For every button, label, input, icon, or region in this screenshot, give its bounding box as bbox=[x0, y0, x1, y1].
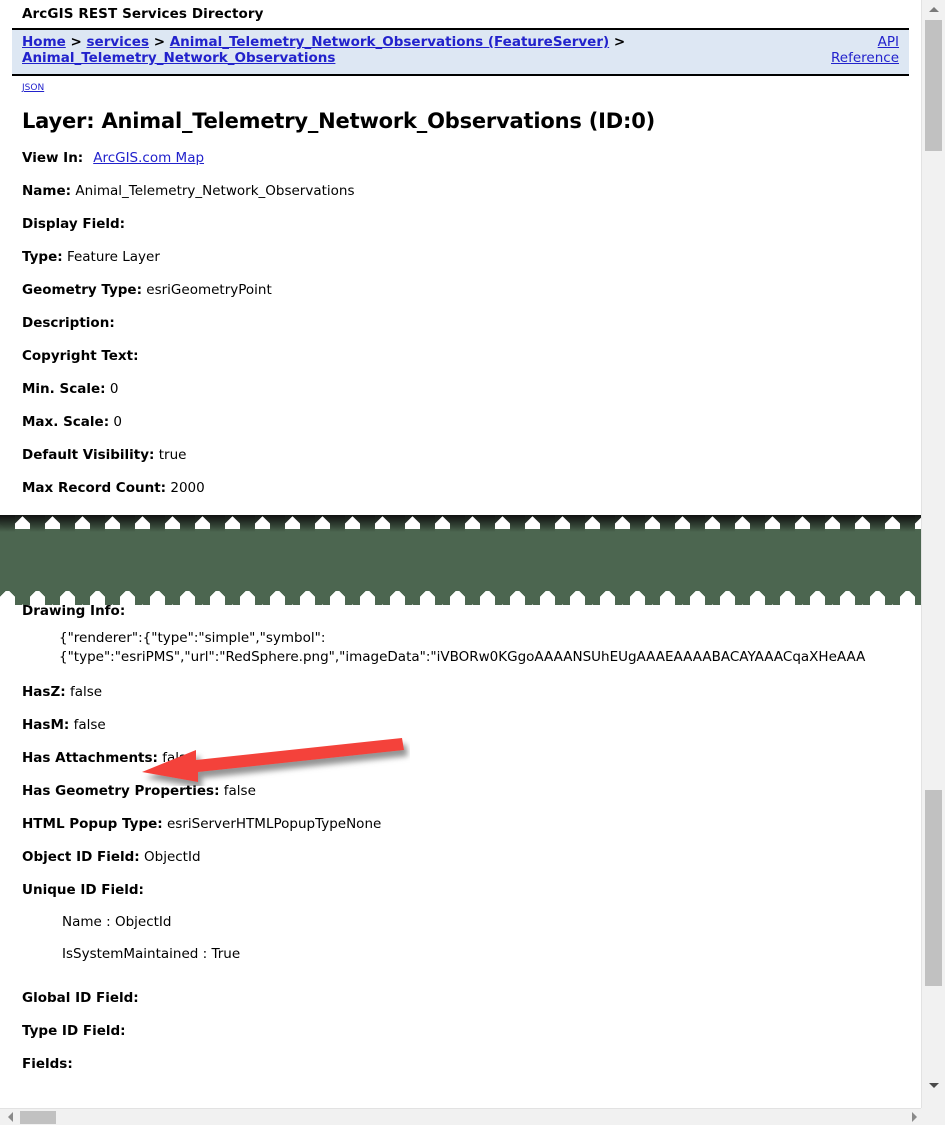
property-value: false bbox=[162, 750, 195, 766]
breadcrumb-trail: Home > services > Animal_Telemetry_Netwo… bbox=[22, 34, 899, 66]
drawing-info-json-line-1: {"renderer":{"type":"simple","symbol": bbox=[59, 630, 326, 646]
property-drawing-info: Drawing Info: bbox=[22, 603, 921, 619]
property-max-record-count: Max Record Count: 2000 bbox=[22, 480, 921, 496]
breadcrumb-link-layer[interactable]: Animal_Telemetry_Network_Observations bbox=[22, 50, 335, 66]
property-value: false bbox=[73, 717, 106, 733]
unique-id-field-name: Name : ObjectId bbox=[62, 914, 172, 930]
property-description: Description: bbox=[22, 315, 921, 331]
property-value: false bbox=[69, 684, 103, 700]
horizontal-scrollbar[interactable] bbox=[0, 1108, 945, 1125]
property-key: Geometry Type: bbox=[22, 282, 142, 298]
breadcrumb: Home > services > Animal_Telemetry_Netwo… bbox=[12, 28, 909, 76]
api-reference-line-2[interactable]: Reference bbox=[831, 50, 899, 66]
property-key: Max Record Count: bbox=[22, 480, 167, 496]
vertical-scrollbar[interactable] bbox=[921, 0, 945, 1108]
property-key: Type: bbox=[22, 249, 63, 265]
property-object-id-field: Object ID Field: ObjectId bbox=[22, 849, 921, 865]
breadcrumb-link-featureserver[interactable]: Animal_Telemetry_Network_Observations (F… bbox=[170, 34, 609, 50]
property-value: 0 bbox=[113, 414, 122, 430]
property-key: Copyright Text: bbox=[22, 348, 139, 364]
property-key: Object ID Field: bbox=[22, 849, 140, 865]
json-format-link[interactable]: JSON bbox=[0, 76, 921, 93]
property-type-id-field: Type ID Field: bbox=[22, 1023, 921, 1039]
property-key: Has Attachments: bbox=[22, 750, 158, 766]
property-key: HasZ: bbox=[22, 684, 66, 700]
api-reference-link[interactable]: API Reference bbox=[779, 34, 899, 66]
vertical-scrollbar-thumb-upper[interactable] bbox=[925, 20, 942, 151]
torn-paper-band bbox=[0, 515, 945, 605]
torn-band-bottom-edge bbox=[0, 589, 945, 605]
property-value: Feature Layer bbox=[66, 249, 160, 265]
view-in-row: View In: ArcGIS.com Map bbox=[22, 150, 921, 166]
breadcrumb-separator: > bbox=[613, 34, 626, 50]
scroll-up-button[interactable] bbox=[922, 0, 945, 18]
property-unique-id-field: Unique ID Field: bbox=[22, 882, 921, 898]
torn-band-top-shadow bbox=[0, 515, 945, 532]
property-value: false bbox=[223, 783, 256, 799]
property-value: 0 bbox=[109, 381, 119, 397]
property-key: Min. Scale: bbox=[22, 381, 106, 397]
drawing-info-json: {"renderer":{"type":"simple","symbol": {… bbox=[59, 629, 921, 667]
property-key: HasM: bbox=[22, 717, 70, 733]
drawing-info-json-line-2: {"type":"esriPMS","url":"RedSphere.png",… bbox=[59, 649, 866, 665]
property-key: Global ID Field: bbox=[22, 990, 139, 1006]
property-key: Fields: bbox=[22, 1056, 73, 1072]
json-link-label[interactable]: JSON bbox=[22, 83, 44, 93]
property-value: ObjectId bbox=[144, 849, 201, 865]
property-name: Name: Animal_Telemetry_Network_Observati… bbox=[22, 183, 921, 199]
breadcrumb-link-services[interactable]: services bbox=[87, 34, 149, 50]
property-key: Max. Scale: bbox=[22, 414, 110, 430]
breadcrumb-link-home[interactable]: Home bbox=[22, 34, 66, 50]
triangle-left-icon bbox=[8, 1112, 13, 1122]
property-copyright-text: Copyright Text: bbox=[22, 348, 921, 364]
scroll-down-button[interactable] bbox=[922, 1076, 945, 1094]
property-key: Name: bbox=[22, 183, 72, 199]
property-value: Animal_Telemetry_Network_Observations bbox=[75, 183, 355, 199]
triangle-up-icon bbox=[928, 6, 939, 12]
property-type: Type: Feature Layer bbox=[22, 249, 921, 265]
property-max-scale: Max. Scale: 0 bbox=[22, 414, 921, 430]
property-value: esriGeometryPoint bbox=[146, 282, 272, 298]
property-geometry-type: Geometry Type: esriGeometryPoint bbox=[22, 282, 921, 298]
unique-id-field-issystemmaintained: IsSystemMaintained : True bbox=[62, 946, 241, 962]
property-has-attachments: Has Attachments: false bbox=[22, 750, 921, 766]
property-global-id-field: Global ID Field: bbox=[22, 990, 921, 1006]
view-in-label: View In: bbox=[22, 150, 84, 166]
triangle-down-icon bbox=[928, 1082, 939, 1088]
property-key: Type ID Field: bbox=[22, 1023, 126, 1039]
app-title: ArcGIS REST Services Directory bbox=[22, 6, 264, 22]
property-display-field: Display Field: bbox=[22, 216, 921, 232]
property-key: Default Visibility: bbox=[22, 447, 155, 463]
property-key: Has Geometry Properties: bbox=[22, 783, 220, 799]
arcgis-com-map-link[interactable]: ArcGIS.com Map bbox=[93, 150, 204, 166]
breadcrumb-separator: > bbox=[153, 34, 166, 50]
property-has-geometry-properties: Has Geometry Properties: false bbox=[22, 783, 921, 799]
property-value: 2000 bbox=[170, 480, 205, 496]
scrollbar-corner bbox=[921, 1108, 945, 1125]
property-key: Unique ID Field: bbox=[22, 882, 144, 898]
property-hasm: HasM: false bbox=[22, 717, 921, 733]
property-fields: Fields: bbox=[22, 1056, 921, 1072]
property-key: Display Field: bbox=[22, 216, 126, 232]
property-min-scale: Min. Scale: 0 bbox=[22, 381, 921, 397]
api-reference-line-1[interactable]: API bbox=[878, 34, 899, 50]
breadcrumb-separator: > bbox=[70, 34, 82, 50]
property-html-popup-type: HTML Popup Type: esriServerHTMLPopupType… bbox=[22, 816, 921, 832]
torn-band-fill bbox=[0, 529, 945, 591]
page-title: Layer: Animal_Telemetry_Network_Observat… bbox=[22, 109, 656, 133]
vertical-scrollbar-thumb-lower[interactable] bbox=[925, 790, 942, 986]
property-key: HTML Popup Type: bbox=[22, 816, 163, 832]
horizontal-scrollbar-thumb[interactable] bbox=[20, 1111, 56, 1124]
property-key: Drawing Info: bbox=[22, 603, 126, 619]
triangle-right-icon bbox=[912, 1112, 917, 1122]
property-default-visibility: Default Visibility: true bbox=[22, 447, 921, 463]
scroll-left-button[interactable] bbox=[2, 1109, 19, 1125]
property-value: esriServerHTMLPopupTypeNone bbox=[166, 816, 382, 832]
property-key: Description: bbox=[22, 315, 115, 331]
property-value: true bbox=[158, 447, 187, 463]
property-hasz: HasZ: false bbox=[22, 684, 921, 700]
